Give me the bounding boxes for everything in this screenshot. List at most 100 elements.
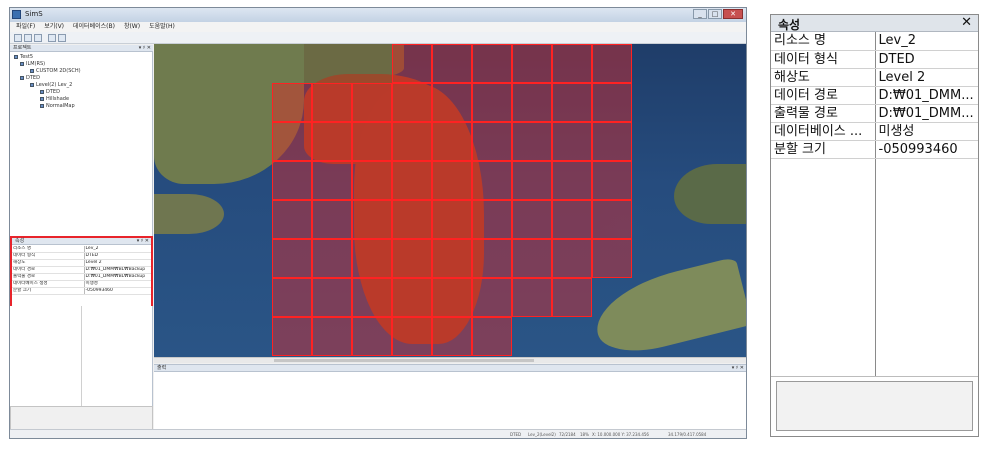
map-tile[interactable] — [592, 83, 632, 122]
map-tile[interactable] — [392, 278, 432, 317]
map-tile[interactable] — [552, 200, 592, 239]
scrollbar-thumb[interactable] — [274, 359, 534, 362]
map-tile[interactable] — [392, 83, 432, 122]
maximize-button[interactable]: □ — [708, 9, 722, 19]
map-tile[interactable] — [392, 239, 432, 278]
tree-node[interactable]: NormalMap — [40, 103, 75, 109]
map-tile[interactable] — [352, 278, 392, 317]
map-tile[interactable] — [472, 161, 512, 200]
map-tile[interactable] — [272, 161, 312, 200]
map-tile[interactable] — [392, 44, 432, 83]
map-tile[interactable] — [312, 317, 352, 356]
map-tile[interactable] — [592, 161, 632, 200]
map-view[interactable] — [154, 44, 746, 357]
map-tile[interactable] — [512, 83, 552, 122]
map-tile[interactable] — [392, 161, 432, 200]
map-tile[interactable] — [272, 83, 312, 122]
map-tile[interactable] — [352, 200, 392, 239]
map-tile[interactable] — [352, 122, 392, 161]
save-icon[interactable] — [34, 34, 42, 42]
property-row[interactable]: 데이터 경로 D:₩01_DMM₩BL₩Backup — [12, 266, 151, 274]
tree-node[interactable]: Test5 — [14, 54, 33, 60]
map-tile[interactable] — [432, 278, 472, 317]
map-tile[interactable] — [592, 239, 632, 278]
map-tile[interactable] — [272, 317, 312, 356]
property-row[interactable]: 데이터 형식 DTED — [12, 252, 151, 260]
map-tile[interactable] — [592, 122, 632, 161]
map-tile[interactable] — [472, 239, 512, 278]
map-tile[interactable] — [312, 239, 352, 278]
map-tile[interactable] — [472, 122, 512, 161]
map-tile[interactable] — [392, 317, 432, 356]
map-tile[interactable] — [552, 161, 592, 200]
map-tile[interactable] — [512, 44, 552, 83]
map-tile[interactable] — [552, 239, 592, 278]
map-tile[interactable] — [352, 317, 392, 356]
menu-database[interactable]: 데이터베이스(B) — [73, 22, 115, 32]
map-tile[interactable] — [352, 239, 392, 278]
map-tile[interactable] — [312, 122, 352, 161]
map-tile[interactable] — [592, 44, 632, 83]
map-tile[interactable] — [552, 278, 592, 317]
map-tile[interactable] — [472, 278, 512, 317]
tree-node[interactable]: ILM(RS) — [20, 61, 45, 67]
map-tile[interactable] — [312, 161, 352, 200]
map-tile[interactable] — [272, 278, 312, 317]
tree-node[interactable]: DTED — [40, 89, 60, 95]
properties-controls[interactable]: ▾ ♯ ✕ — [137, 238, 149, 245]
map-tile[interactable] — [472, 200, 512, 239]
menu-window[interactable]: 창(W) — [124, 22, 140, 32]
map-tile[interactable] — [552, 83, 592, 122]
tree-node[interactable]: CUSTOM 2D(SCH) — [30, 68, 81, 74]
output-controls[interactable]: ▾ ♯ ✕ — [732, 365, 744, 372]
map-tile[interactable] — [592, 200, 632, 239]
property-row[interactable]: 데이터 경로 D:₩01_DMM... — [771, 86, 978, 105]
property-row[interactable]: 출력물 경로 D:₩01_DMM... — [771, 104, 978, 123]
zoom-icon[interactable] — [58, 34, 66, 42]
map-tile[interactable] — [432, 161, 472, 200]
map-tile[interactable] — [432, 122, 472, 161]
map-tile[interactable] — [512, 122, 552, 161]
close-button[interactable]: ✕ — [723, 9, 743, 19]
map-tile[interactable] — [352, 161, 392, 200]
map-tile[interactable] — [512, 200, 552, 239]
property-row[interactable]: 데이터베이스 생성 미생성 — [12, 280, 151, 288]
map-tile[interactable] — [512, 278, 552, 317]
tree-node[interactable]: Level(2) Lev_2 — [30, 82, 72, 88]
minimize-button[interactable]: _ — [693, 9, 707, 19]
map-tile[interactable] — [472, 44, 512, 83]
open-icon[interactable] — [24, 34, 32, 42]
property-row[interactable]: 데이터베이스 ... 미생성 — [771, 122, 978, 141]
map-tile[interactable] — [312, 83, 352, 122]
cut-icon[interactable] — [48, 34, 56, 42]
explorer-controls[interactable]: ▾ ♯ ✕ — [139, 45, 151, 52]
menu-file[interactable]: 파일(F) — [16, 22, 35, 32]
map-tile[interactable] — [552, 44, 592, 83]
property-row[interactable]: 분할 크기 -050993460 — [771, 140, 978, 159]
map-tile[interactable] — [432, 317, 472, 356]
close-icon[interactable]: ✕ — [961, 15, 972, 30]
map-tile[interactable] — [352, 83, 392, 122]
property-row[interactable]: 해상도 Level 2 — [12, 259, 151, 267]
map-tile[interactable] — [432, 44, 472, 83]
property-row[interactable]: 해상도 Level 2 — [771, 68, 978, 87]
map-tile[interactable] — [272, 122, 312, 161]
map-tile[interactable] — [392, 200, 432, 239]
map-tile[interactable] — [272, 239, 312, 278]
tree-node[interactable]: DTED — [20, 75, 40, 81]
menu-view[interactable]: 보기(V) — [44, 22, 64, 32]
map-tile[interactable] — [552, 122, 592, 161]
property-row[interactable]: 출력물 경로 D:₩01_DMM₩BL₩Backup — [12, 273, 151, 281]
map-tile[interactable] — [512, 161, 552, 200]
menu-help[interactable]: 도움말(H) — [149, 22, 175, 32]
map-tile[interactable] — [392, 122, 432, 161]
tree-node[interactable]: Hillshade — [40, 96, 69, 102]
map-tile[interactable] — [472, 317, 512, 356]
property-row[interactable]: 분할 크기 -050993460 — [12, 287, 151, 295]
map-tile[interactable] — [432, 200, 472, 239]
map-tile[interactable] — [512, 239, 552, 278]
map-tile[interactable] — [272, 200, 312, 239]
new-icon[interactable] — [14, 34, 22, 42]
map-tile[interactable] — [312, 278, 352, 317]
map-horizontal-scrollbar[interactable] — [154, 357, 746, 363]
